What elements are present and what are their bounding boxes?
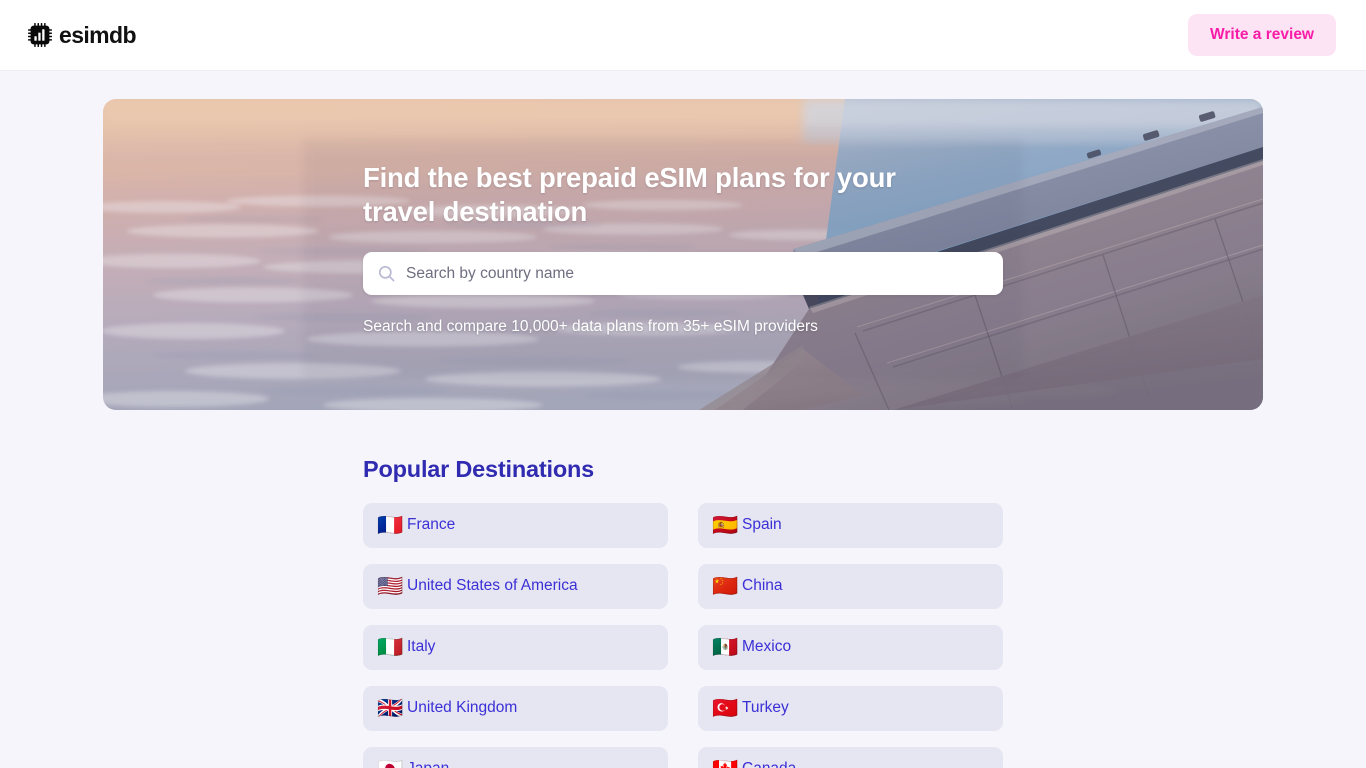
write-a-review-button[interactable]: Write a review (1188, 14, 1336, 56)
destination-card[interactable]: 🇨🇦Canada (698, 747, 1003, 768)
search-input[interactable] (406, 252, 989, 296)
hero-subtitle: Search and compare 10,000+ data plans fr… (363, 318, 818, 336)
country-name-label: Mexico (742, 638, 792, 656)
popular-destinations-section: Popular Destinations 🇫🇷 France 🇪🇸 Spain 🇺🇸 Un… (103, 410, 1263, 768)
page-body: Find the best prepaid eSIM plans for you… (0, 71, 1366, 768)
destination-card[interactable]: 🇺🇸 United States of America (363, 564, 668, 609)
country-flag-icon: 🇯🇵 (377, 759, 407, 768)
hero-banner: Find the best prepaid eSIM plans for you… (103, 99, 1263, 410)
destination-card[interactable]: 🇨🇳 China (698, 564, 1003, 609)
country-name-label: United Kingdom (407, 699, 518, 717)
country-flag-icon: 🇺🇸 (377, 574, 404, 598)
country-name-label: France (407, 516, 456, 534)
popular-destinations-title: Popular Destinations (363, 456, 595, 482)
brand-name: esimdb (59, 21, 137, 48)
site-header: esimdb Write a review (0, 0, 1366, 71)
country-flag-icon: 🇮🇹 (377, 635, 404, 659)
country-name-label: Turkey (742, 699, 789, 717)
country-name-label: Canada (742, 760, 796, 768)
destination-card[interactable]: 🇹🇷 Turkey (698, 686, 1003, 731)
country-flag-icon: 🇬🇧 (377, 696, 404, 720)
country-flag-icon: 🇫🇷 (377, 513, 404, 537)
country-flag-icon: 🇲🇽 (712, 635, 739, 659)
country-name-label: Italy (407, 638, 436, 656)
destination-card[interactable]: 🇮🇹 Italy (363, 625, 668, 670)
brand-logo-link[interactable]: esimdb (28, 21, 137, 48)
country-search-box[interactable] (363, 252, 1003, 296)
destination-card[interactable]: 🇯🇵Japan (363, 747, 668, 768)
chip-bar-chart-icon (28, 23, 52, 47)
search-icon (378, 266, 395, 282)
destination-card[interactable]: 🇫🇷 France (363, 503, 668, 548)
country-flag-icon: 🇹🇷 (712, 696, 739, 720)
destination-card[interactable]: 🇬🇧 United Kingdom (363, 686, 668, 731)
country-flag-icon: 🇨🇳 (712, 574, 739, 598)
country-name-label: United States of America (407, 577, 578, 595)
country-flag-icon: 🇨🇦 (712, 759, 742, 768)
destination-card[interactable]: 🇲🇽 Mexico (698, 625, 1003, 670)
country-name-label: Japan (407, 760, 449, 768)
country-flag-icon: 🇪🇸 (712, 513, 739, 537)
destinations-grid: 🇫🇷 France 🇪🇸 Spain 🇺🇸 United States of Americ… (363, 503, 1003, 768)
hero-title: Find the best prepaid eSIM plans for you… (363, 162, 896, 228)
hero-content: Find the best prepaid eSIM plans for you… (103, 99, 1263, 337)
destination-card[interactable]: 🇪🇸 Spain (698, 503, 1003, 548)
country-name-label: Spain (742, 516, 782, 534)
country-name-label: China (742, 577, 783, 595)
